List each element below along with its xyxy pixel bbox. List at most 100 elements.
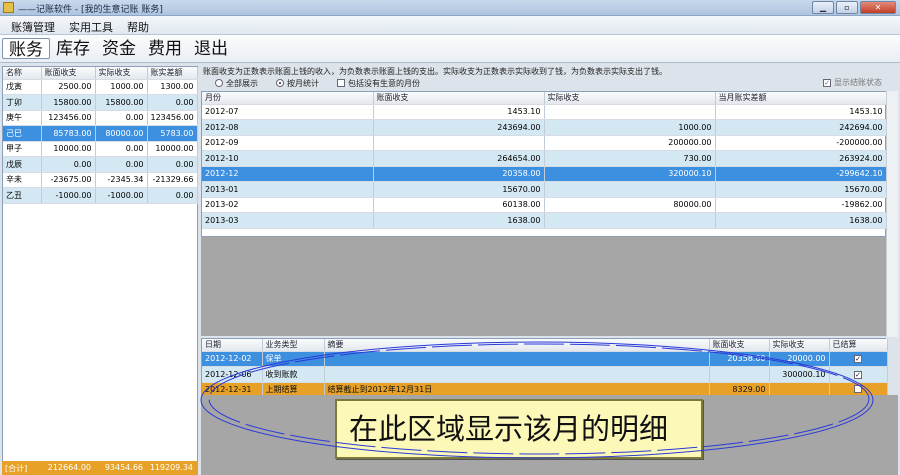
window-title: ——记账软件 - [我的生意记账 账务] xyxy=(18,5,163,15)
account-cell: 0.00 xyxy=(147,156,198,173)
menu-tools[interactable]: 实用工具 xyxy=(62,16,120,34)
account-row[interactable]: 庚午 123456.00 0.00 123456.00 xyxy=(3,110,198,126)
account-cell: 辛未 xyxy=(3,172,42,188)
account-cell: 0.00 xyxy=(147,187,198,204)
month-row[interactable]: 2012-12 20358.00 320000.10 -299642.10 xyxy=(202,166,887,182)
month-row[interactable]: 2012-09 200000.00 -200000.00 xyxy=(202,135,887,151)
total-book: 212664.00 xyxy=(47,463,91,472)
tab-funds[interactable]: 资金 xyxy=(96,38,142,59)
total-label: [合计] xyxy=(5,464,28,473)
detail-cell: 保单 xyxy=(262,351,325,367)
account-row[interactable]: 戊寅 2500.00 1000.00 1300.00 xyxy=(3,79,198,95)
month-row[interactable]: 2012-07 1453.10 1453.10 xyxy=(202,104,887,120)
account-row[interactable]: 丁卯 15800.00 15800.00 0.00 xyxy=(3,94,198,111)
col-book[interactable]: 账面收支 xyxy=(41,67,96,80)
month-cell: 2012-07 xyxy=(202,104,374,120)
option-all[interactable]: 全部展示 xyxy=(215,78,258,89)
option-all-label: 全部展示 xyxy=(226,78,258,88)
month-cell: 1453.10 xyxy=(373,104,545,120)
account-cell: 0.00 xyxy=(95,156,148,173)
vertical-scrollbar[interactable] xyxy=(886,91,898,337)
account-cell: 123456.00 xyxy=(41,110,96,126)
col-type[interactable]: 业务类型 xyxy=(262,339,325,352)
col-month[interactable]: 月份 xyxy=(202,92,374,105)
col-detail-actual[interactable]: 实际收支 xyxy=(769,339,830,352)
col-settled[interactable]: 已结算 xyxy=(829,339,888,352)
maximize-button[interactable]: ▫ xyxy=(836,1,858,14)
month-cell: 1638.00 xyxy=(373,212,545,229)
month-row[interactable]: 2012-10 264654.00 730.00 263924.00 xyxy=(202,150,887,167)
tab-expenses[interactable]: 费用 xyxy=(142,38,188,59)
account-cell: 戊寅 xyxy=(3,79,42,95)
month-row[interactable]: 2012-08 243694.00 1000.00 242694.00 xyxy=(202,119,887,136)
month-row[interactable]: 2013-03 1638.00 1638.00 xyxy=(202,212,887,229)
month-cell: 2013-01 xyxy=(202,181,374,198)
account-cell: 乙丑 xyxy=(3,187,42,204)
account-row[interactable]: 辛未 -23675.00 -2345.34 -21329.66 xyxy=(3,172,198,188)
col-detail-book[interactable]: 账面收支 xyxy=(709,339,770,352)
month-cell xyxy=(544,104,716,120)
month-cell: 20358.00 xyxy=(373,166,545,182)
month-cell: 15670.00 xyxy=(715,181,887,198)
month-cell: 1000.00 xyxy=(544,119,716,136)
col-summary[interactable]: 摘要 xyxy=(324,339,710,352)
account-cell: 庚午 xyxy=(3,110,42,126)
menu-account-manage[interactable]: 账簿管理 xyxy=(4,16,62,34)
account-cell: 甲子 xyxy=(3,141,42,157)
option-include-label: 包括没有生意的月份 xyxy=(348,78,420,88)
checkbox-icon[interactable]: ✓ xyxy=(854,370,862,379)
account-cell: 80000.00 xyxy=(95,125,148,142)
minimize-button[interactable]: ▁ xyxy=(812,1,834,14)
account-row[interactable]: 己巳 85783.00 80000.00 5783.00 xyxy=(3,125,198,142)
option-monthly[interactable]: 按月统计 xyxy=(276,78,319,89)
col-month-diff[interactable]: 当月账实差额 xyxy=(715,92,887,105)
account-row[interactable]: 乙丑 -1000.00 -1000.00 0.00 xyxy=(3,187,198,204)
detail-cell: 300000.10 xyxy=(769,366,830,383)
month-cell xyxy=(544,181,716,198)
account-cell: 0.00 xyxy=(147,94,198,111)
callout-label: 在此区域显示该月的明细 xyxy=(335,399,703,459)
monthly-grid: 月份 账面收支 实际收支 当月账实差额 2012-07 1453.10 1453.1… xyxy=(201,91,887,237)
total-actual: 93454.66 xyxy=(104,463,143,472)
month-cell: 730.00 xyxy=(544,150,716,167)
month-cell: 1453.10 xyxy=(715,104,887,120)
col-month-actual[interactable]: 实际收支 xyxy=(544,92,716,105)
month-cell: 2012-10 xyxy=(202,150,374,167)
menu-help[interactable]: 帮助 xyxy=(120,16,156,34)
month-cell xyxy=(373,135,545,151)
tab-accounts[interactable]: 账务 xyxy=(2,38,50,60)
exit-button[interactable]: 退出 xyxy=(188,38,234,59)
col-name[interactable]: 名称 xyxy=(3,67,42,80)
col-actual[interactable]: 实际收支 xyxy=(95,67,148,80)
col-diff[interactable]: 账实差额 xyxy=(147,67,198,80)
info-text: 账面收支为正数表示账面上钱的收入，为负数表示账面上钱的支出。实际收支为正数表示实… xyxy=(203,67,667,76)
account-cell: 85783.00 xyxy=(41,125,96,142)
col-date[interactable]: 日期 xyxy=(202,339,263,352)
month-cell: 2012-12 xyxy=(202,166,374,182)
month-row[interactable]: 2013-02 60138.00 80000.00 -19862.00 xyxy=(202,197,887,213)
detail-cell: 20000.00 xyxy=(769,351,830,367)
col-month-book[interactable]: 账面收支 xyxy=(373,92,545,105)
checkbox-icon[interactable] xyxy=(854,384,862,393)
checkbox-icon[interactable]: ✓ xyxy=(854,355,862,364)
detail-cell xyxy=(324,351,710,367)
month-cell: -299642.10 xyxy=(715,166,887,182)
detail-cell: 20358.00 xyxy=(709,351,770,367)
detail-cell: 2012-12-06 xyxy=(202,366,263,383)
account-cell: 5783.00 xyxy=(147,125,198,142)
account-cell: -2345.34 xyxy=(95,172,148,188)
account-row[interactable]: 甲子 10000.00 0.00 10000.00 xyxy=(3,141,198,157)
month-row[interactable]: 2013-01 15670.00 15670.00 xyxy=(202,181,887,198)
option-show-state[interactable]: ✓ 显示结账状态 xyxy=(823,77,882,88)
option-monthly-label: 按月统计 xyxy=(287,78,319,88)
detail-row[interactable]: 2012-12-06 收到账款 300000.10 ✓ xyxy=(202,366,888,383)
account-row[interactable]: 戊辰 0.00 0.00 0.00 xyxy=(3,156,198,173)
close-button[interactable]: ✕ xyxy=(860,1,896,14)
tab-inventory[interactable]: 库存 xyxy=(50,38,96,59)
account-cell: 1000.00 xyxy=(95,79,148,95)
account-cell: 0.00 xyxy=(95,141,148,157)
detail-row[interactable]: 2012-12-02 保单 20358.00 20000.00 ✓ xyxy=(202,351,888,367)
account-cell: -21329.66 xyxy=(147,172,198,188)
option-include-empty[interactable]: 包括没有生意的月份 xyxy=(337,78,420,89)
total-row: [合计] 212664.00 93454.66 119209.34 xyxy=(2,461,198,475)
